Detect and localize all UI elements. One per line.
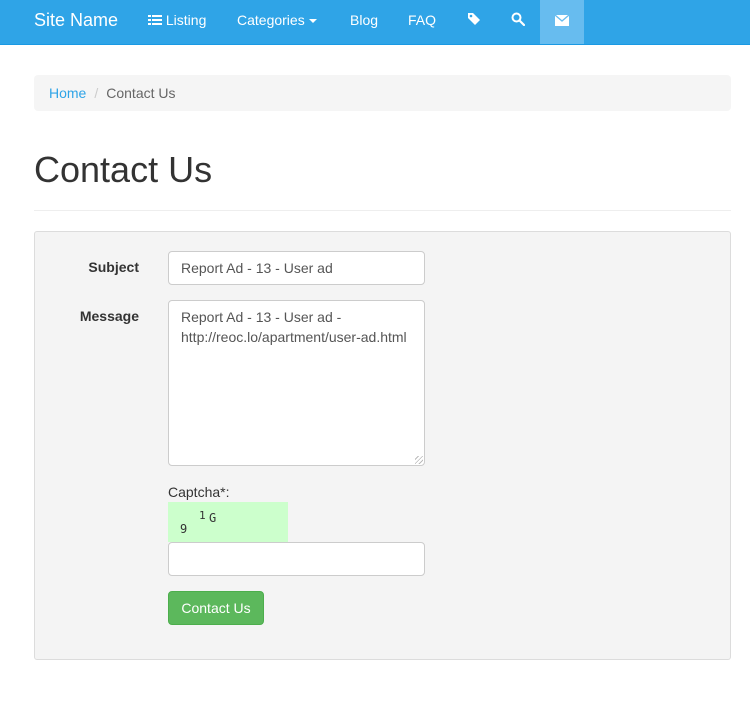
nav-item-listing[interactable]: Listing [148, 0, 206, 44]
search-icon [511, 1, 526, 41]
nav-item-tags[interactable] [467, 0, 481, 44]
subject-label: Subject [88, 259, 139, 275]
nav-item-blog[interactable]: Blog [350, 0, 378, 44]
message-textarea[interactable]: Report Ad - 13 - User ad - http://reoc.l… [168, 300, 425, 466]
envelope-icon [554, 1, 570, 41]
contact-us-submit-button[interactable]: Contact Us [168, 591, 264, 625]
captcha-image: 9 1 G [168, 502, 288, 542]
caret-down-icon [308, 19, 317, 24]
nav-item-categories[interactable]: Categories [237, 0, 317, 44]
page-title: Contact Us [34, 149, 213, 190]
captcha-char: 9 [180, 522, 188, 536]
subject-input[interactable] [168, 251, 425, 285]
captcha-input[interactable] [168, 542, 425, 576]
tag-icon [467, 1, 481, 41]
breadcrumb: Home / Contact Us [34, 75, 731, 111]
resize-grip-icon[interactable] [415, 456, 423, 464]
captcha-char: 1 [199, 509, 206, 522]
breadcrumb-current: Contact Us [106, 85, 176, 101]
contact-form-panel: Subject Message Report Ad - 13 - User ad… [34, 231, 731, 660]
nav-item-label: Categories [237, 12, 305, 28]
nav-item-search[interactable] [511, 0, 526, 44]
captcha-label: Captcha*: [168, 484, 230, 500]
nav-item-contact[interactable] [540, 0, 584, 44]
list-icon [148, 1, 162, 41]
breadcrumb-home-link[interactable]: Home [49, 85, 86, 101]
nav-item-label: FAQ [408, 12, 437, 28]
breadcrumb-separator: / [94, 85, 99, 101]
nav-item-faq[interactable]: FAQ [408, 0, 436, 44]
site-brand[interactable]: Site Name [34, 0, 118, 44]
captcha-char: G [209, 511, 217, 525]
message-label: Message [79, 308, 139, 324]
nav-item-label: Blog [350, 12, 379, 28]
title-divider [34, 210, 731, 211]
top-navbar: Site Name Listing Categories Blog FAQ [0, 0, 750, 45]
nav-item-label: Listing [165, 12, 207, 28]
